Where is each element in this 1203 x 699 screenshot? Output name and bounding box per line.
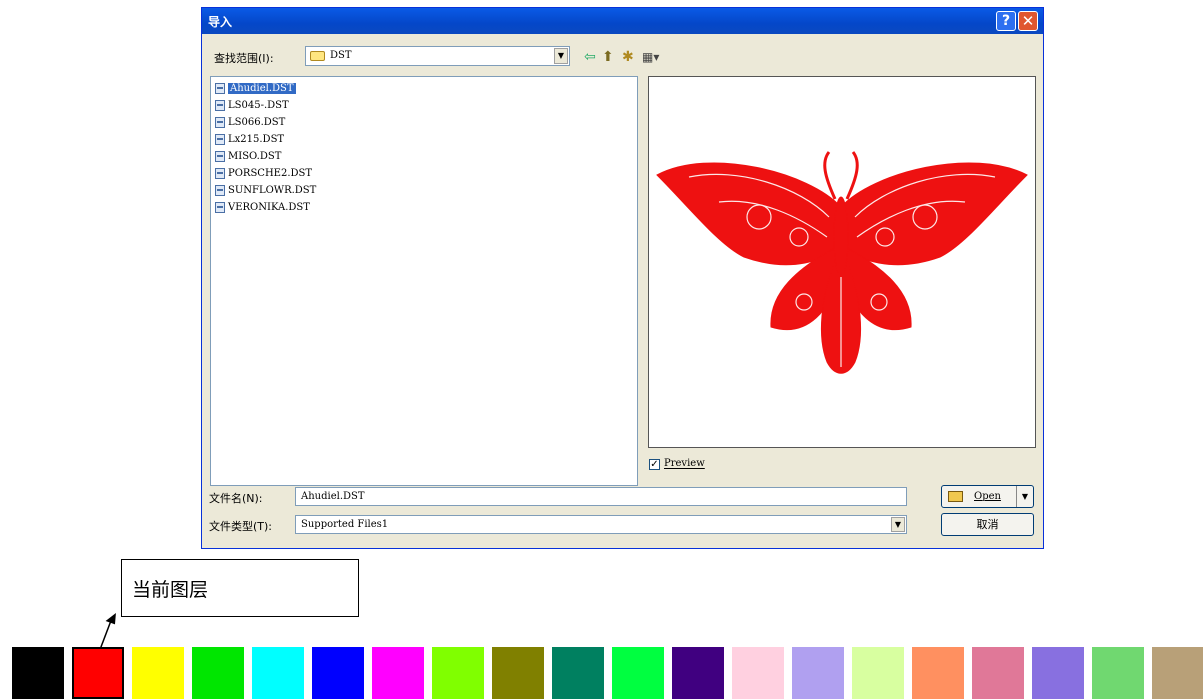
- open-label: Open: [974, 491, 1001, 502]
- color-swatch[interactable]: [552, 647, 604, 699]
- open-folder-icon: [948, 491, 963, 502]
- file-list[interactable]: Ahudiel.DST LS045-.DST LS066.DST Lx215.DST M…: [210, 76, 638, 486]
- color-swatch[interactable]: [132, 647, 184, 699]
- color-swatch[interactable]: [1032, 647, 1084, 699]
- lookin-combo[interactable]: DST ▼: [305, 46, 570, 66]
- file-name: MISO.DST: [228, 151, 282, 162]
- file-name: VERONIKA.DST: [228, 202, 310, 213]
- dst-file-icon: [215, 168, 225, 179]
- lookin-value: DST: [330, 50, 352, 61]
- preview-pane: [648, 76, 1036, 448]
- file-item[interactable]: Lx215.DST: [215, 132, 284, 148]
- file-name: PORSCHE2.DST: [228, 168, 313, 179]
- dst-file-icon: [215, 100, 225, 111]
- filetype-label: 文件类型(T):: [209, 520, 273, 533]
- import-dialog: 导入 ? ✕ 查找范围(I): DST ▼ ⇦ ⬆ ✱ ▦▾ Ahudiel.D…: [201, 7, 1044, 549]
- file-item[interactable]: PORSCHE2.DST: [215, 166, 312, 182]
- color-swatch[interactable]: [1092, 647, 1144, 699]
- dst-file-icon: [215, 83, 225, 94]
- color-swatch[interactable]: [432, 647, 484, 699]
- preview-checkbox[interactable]: ✓: [649, 459, 660, 470]
- current-layer-callout: 当前图层: [121, 559, 359, 617]
- file-item[interactable]: MISO.DST: [215, 149, 281, 165]
- open-button[interactable]: Open ▼: [941, 485, 1034, 508]
- dst-file-icon: [215, 202, 225, 213]
- file-item[interactable]: Ahudiel.DST: [215, 81, 296, 97]
- color-swatch[interactable]: [732, 647, 784, 699]
- view-menu-icon[interactable]: ▦▾: [642, 49, 659, 65]
- file-item[interactable]: SUNFLOWR.DST: [215, 183, 316, 199]
- color-swatch[interactable]: [1152, 647, 1203, 699]
- back-arrow-icon[interactable]: ⇦: [584, 49, 596, 65]
- color-swatch[interactable]: [492, 647, 544, 699]
- filename-input[interactable]: Ahudiel.DST: [295, 487, 907, 506]
- file-item[interactable]: LS045-.DST: [215, 98, 289, 114]
- color-swatch[interactable]: [372, 647, 424, 699]
- dialog-title: 导入: [208, 15, 233, 29]
- color-swatch[interactable]: [72, 647, 124, 699]
- filename-label: 文件名(N):: [209, 492, 263, 505]
- file-item[interactable]: LS066.DST: [215, 115, 285, 131]
- filetype-value: Supported Files1: [301, 519, 389, 530]
- filetype-dropdown-button[interactable]: ▼: [891, 517, 905, 532]
- title-bar: 导入 ? ✕: [202, 8, 1043, 34]
- dst-file-icon: [215, 134, 225, 145]
- file-name: Ahudiel.DST: [228, 83, 296, 94]
- dst-file-icon: [215, 117, 225, 128]
- up-folder-icon[interactable]: ⬆: [602, 49, 614, 65]
- lookin-dropdown-button[interactable]: ▼: [554, 48, 568, 64]
- color-swatch[interactable]: [672, 647, 724, 699]
- file-name: SUNFLOWR.DST: [228, 185, 317, 196]
- close-button[interactable]: ✕: [1018, 11, 1038, 31]
- file-item[interactable]: VERONIKA.DST: [215, 200, 310, 216]
- cancel-button[interactable]: 取消: [941, 513, 1034, 536]
- butterfly-embroidery-preview: [656, 151, 1028, 374]
- dst-file-icon: [215, 185, 225, 196]
- file-name: Lx215.DST: [228, 134, 285, 145]
- dst-file-icon: [215, 151, 225, 162]
- preview-label: Preview: [664, 458, 705, 469]
- new-folder-icon[interactable]: ✱: [622, 49, 634, 65]
- filetype-select[interactable]: Supported Files1 ▼: [295, 515, 907, 534]
- callout-text: 当前图层: [132, 579, 209, 601]
- color-swatch[interactable]: [792, 647, 844, 699]
- color-swatch[interactable]: [192, 647, 244, 699]
- lookin-label: 查找范围(I):: [214, 52, 274, 65]
- color-swatch[interactable]: [252, 647, 304, 699]
- color-swatch[interactable]: [312, 647, 364, 699]
- folder-icon: [310, 51, 325, 61]
- color-swatch[interactable]: [912, 647, 964, 699]
- filename-value: Ahudiel.DST: [301, 491, 365, 502]
- open-dropdown-arrow[interactable]: ▼: [1016, 486, 1033, 507]
- color-swatch[interactable]: [972, 647, 1024, 699]
- color-swatch[interactable]: [612, 647, 664, 699]
- help-button[interactable]: ?: [996, 11, 1016, 31]
- color-swatch[interactable]: [852, 647, 904, 699]
- file-name: LS045-.DST: [228, 100, 289, 111]
- color-swatch[interactable]: [12, 647, 64, 699]
- file-name: LS066.DST: [228, 117, 286, 128]
